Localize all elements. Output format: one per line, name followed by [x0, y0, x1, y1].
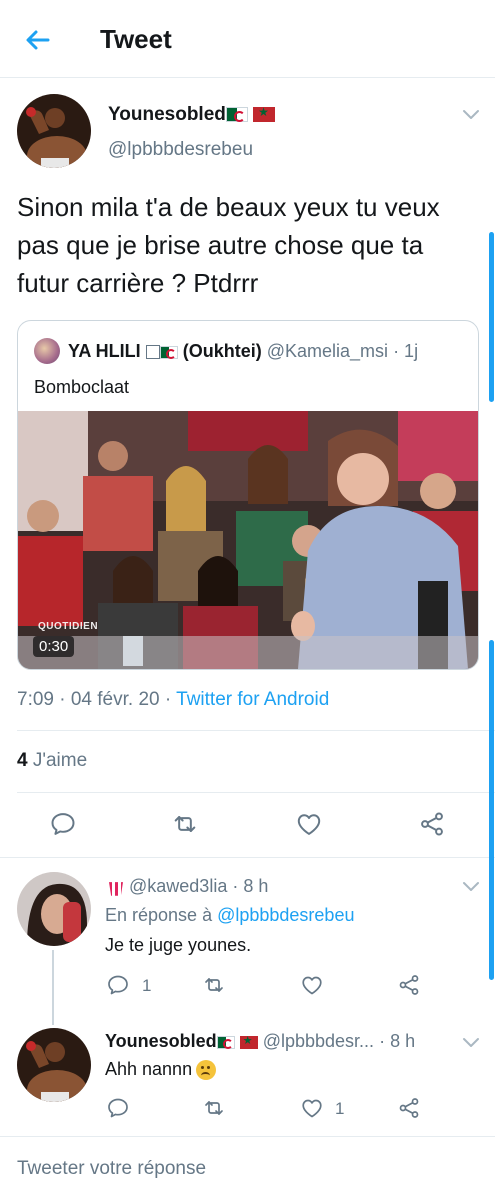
like-icon[interactable] — [300, 973, 324, 997]
retweet-icon[interactable] — [202, 1096, 226, 1120]
divider — [0, 1136, 495, 1137]
tweet-source-link[interactable]: Twitter for Android — [176, 689, 329, 710]
share-icon[interactable] — [418, 810, 446, 838]
like-count: 1 — [335, 1099, 345, 1118]
quoted-tweet-text: Bomboclaat — [34, 377, 130, 397]
media-logo: QUOTIDIEN — [38, 621, 99, 632]
algeria-flag — [159, 345, 178, 359]
divider — [17, 792, 495, 793]
top-bar: Tweet — [0, 0, 495, 78]
tweet-timestamp: 7:09 · 04 févr. 20 · Twitter for Android — [17, 689, 330, 710]
retweet-icon[interactable] — [202, 973, 226, 997]
chevron-down-icon[interactable] — [462, 880, 480, 892]
back-arrow-icon[interactable] — [22, 24, 54, 56]
morocco-flag — [239, 1034, 258, 1049]
popcorn-emoji — [109, 882, 123, 896]
quoted-author-avatar — [34, 338, 60, 364]
algeria-flag — [225, 107, 248, 123]
reply-count: 1 — [142, 976, 152, 995]
likes-summary[interactable]: 4 J'aime — [17, 750, 87, 772]
unknown-glyph-icon — [145, 345, 160, 360]
like-icon[interactable] — [295, 810, 323, 838]
author-display-name[interactable]: Younesobled — [108, 104, 276, 126]
reply-author-avatar[interactable] — [17, 872, 91, 946]
video-duration-badge: 0:30 — [33, 636, 75, 657]
reply-icon[interactable] — [49, 810, 77, 838]
tweet-text: Sinon mila t'a de beaux yeux tu veux pas… — [17, 192, 440, 298]
algeria-flag — [216, 1035, 235, 1049]
share-icon[interactable] — [397, 1096, 421, 1120]
reply-icon[interactable] — [106, 1096, 130, 1120]
scrollbar[interactable] — [489, 640, 494, 980]
thread-connector — [52, 950, 54, 1025]
quoted-author-line: YA HLILI (Oukhtei) @Kamelia_msi · 1j — [68, 341, 419, 361]
page-title: Tweet — [100, 24, 172, 54]
divider — [17, 730, 495, 731]
reply-author-line[interactable]: @kawed3lia · 8 h — [109, 876, 268, 897]
reply-author-avatar[interactable] — [17, 1028, 91, 1102]
reply-composer[interactable]: Tweeter votre réponse — [17, 1158, 206, 1180]
like-icon[interactable] — [300, 1096, 324, 1120]
chevron-down-icon[interactable] — [462, 1036, 480, 1048]
share-icon[interactable] — [397, 973, 421, 997]
divider — [0, 857, 495, 858]
reply-text: Je te juge younes. — [105, 935, 252, 955]
author-avatar[interactable] — [17, 94, 91, 168]
in-reply-to: En réponse à @lpbbbdesrebeu — [105, 905, 355, 925]
worried-face-emoji — [196, 1060, 217, 1081]
retweet-icon[interactable] — [171, 810, 199, 838]
author-handle[interactable]: @lpbbbdesrebeu — [108, 139, 253, 161]
chevron-down-icon[interactable] — [462, 108, 480, 120]
reply-icon[interactable] — [106, 973, 130, 997]
morocco-flag — [253, 105, 276, 123]
quoted-tweet-card[interactable]: YA HLILI (Oukhtei) @Kamelia_msi · 1j Bom… — [17, 320, 479, 670]
scrollbar[interactable] — [489, 232, 494, 402]
reply-text: Ahh nannn — [105, 1059, 217, 1081]
reply-author-line[interactable]: Younesobled @lpbbbdesr... · 8 h — [105, 1031, 415, 1052]
